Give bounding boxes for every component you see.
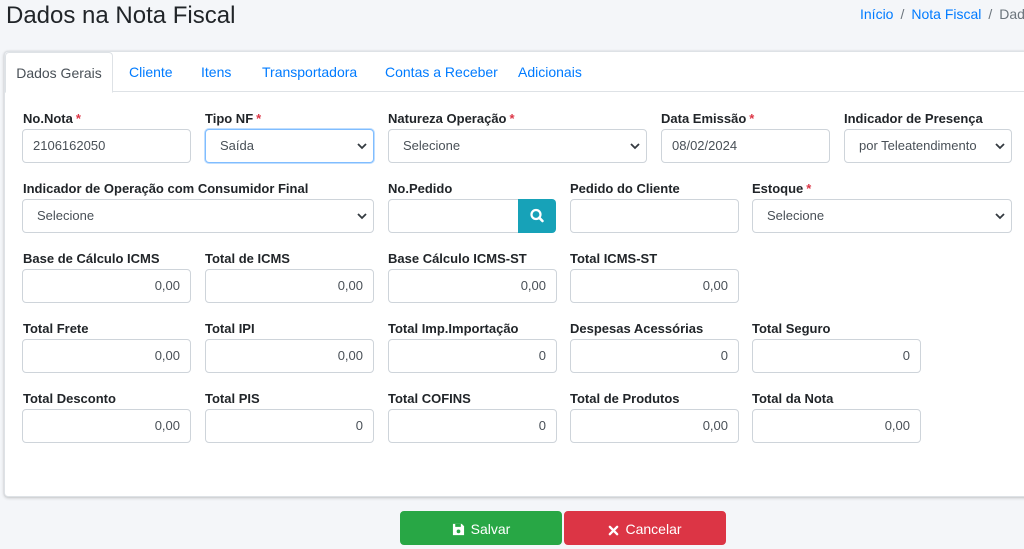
indicador-consumidor-value: Selecione	[37, 208, 95, 223]
no-nota-input[interactable]: 2106162050	[22, 129, 191, 163]
natureza-operacao-label: Natureza Operação *	[388, 111, 515, 126]
indicador-presenca-select[interactable]: por Teleatendimento	[844, 129, 1012, 163]
total-seguro-label: Total Seguro	[752, 321, 831, 336]
total-imp-importacao-label: Total Imp.Importação	[388, 321, 519, 336]
breadcrumb: Início / Nota Fiscal / Dados	[860, 6, 1024, 22]
total-produtos-label: Total de Produtos	[570, 391, 680, 406]
base-icms-st-input[interactable]: 0,00	[388, 269, 557, 303]
base-icms-st-label: Base Cálculo ICMS-ST	[388, 251, 527, 266]
breadcrumb-current: Dados	[999, 6, 1024, 22]
indicador-presenca-value: por Teleatendimento	[859, 138, 977, 153]
tab-contas-a-receber[interactable]: Contas a Receber	[385, 52, 498, 92]
total-icms-input[interactable]: 0,00	[205, 269, 374, 303]
total-desconto-input[interactable]: 0,00	[22, 409, 191, 443]
natureza-operacao-select[interactable]: Selecione	[388, 129, 647, 163]
pedido-cliente-input[interactable]	[570, 199, 739, 233]
total-nota-label: Total da Nota	[752, 391, 834, 406]
floppy-disk-icon	[452, 523, 464, 536]
estoque-value: Selecione	[767, 208, 825, 223]
required-mark: *	[749, 111, 755, 126]
despesas-acessorias-label: Despesas Acessórias	[570, 321, 704, 336]
pedido-cliente-label: Pedido do Cliente	[570, 181, 680, 196]
tab-adicionais[interactable]: Adicionais	[518, 52, 582, 92]
tab-transportadora[interactable]: Transportadora	[262, 52, 357, 92]
total-produtos-input[interactable]: 0,00	[570, 409, 739, 443]
total-icms-st-input[interactable]: 0,00	[570, 269, 739, 303]
breadcrumb-parent-link[interactable]: Nota Fiscal	[911, 6, 981, 22]
chevron-down-icon	[995, 143, 1005, 150]
save-button[interactable]: Salvar	[400, 511, 562, 545]
indicador-presenca-label: Indicador de Presença	[844, 111, 983, 126]
breadcrumb-home-link[interactable]: Início	[860, 6, 893, 22]
base-icms-input[interactable]: 0,00	[22, 269, 191, 303]
search-pedido-button[interactable]	[518, 199, 556, 233]
tab-cliente[interactable]: Cliente	[129, 52, 173, 92]
required-mark: *	[509, 111, 515, 126]
total-desconto-label: Total Desconto	[23, 391, 116, 406]
no-nota-label: No.Nota *	[23, 111, 81, 126]
search-icon	[530, 208, 544, 223]
despesas-acessorias-input[interactable]: 0	[570, 339, 739, 373]
estoque-select[interactable]: Selecione	[752, 199, 1012, 233]
total-frete-label: Total Frete	[23, 321, 89, 336]
chevron-down-icon	[357, 213, 367, 220]
data-emissao-label: Data Emissão *	[661, 111, 755, 126]
cancel-label: Cancelar	[625, 521, 682, 537]
tipo-nf-select[interactable]: Saída	[205, 129, 374, 163]
total-pis-input[interactable]: 0	[205, 409, 374, 443]
natureza-operacao-value: Selecione	[403, 138, 461, 153]
total-ipi-input[interactable]: 0,00	[205, 339, 374, 373]
breadcrumb-separator: /	[900, 6, 905, 22]
tipo-nf-label: Tipo NF *	[205, 111, 262, 126]
total-cofins-label: Total COFINS	[388, 391, 471, 406]
total-seguro-input[interactable]: 0	[752, 339, 921, 373]
base-icms-label: Base de Cálculo ICMS	[23, 251, 160, 266]
cancel-button[interactable]: Cancelar	[564, 511, 726, 545]
tab-bar: Dados Gerais Cliente Itens Transportador…	[5, 52, 1024, 93]
total-cofins-input[interactable]: 0	[388, 409, 557, 443]
indicador-consumidor-label: Indicador de Operação com Consumidor Fin…	[23, 181, 309, 196]
estoque-label: Estoque *	[752, 181, 812, 196]
total-frete-input[interactable]: 0,00	[22, 339, 191, 373]
required-mark: *	[75, 111, 81, 126]
no-pedido-input[interactable]	[388, 199, 519, 233]
total-nota-input[interactable]: 0,00	[752, 409, 921, 443]
tab-dados-gerais[interactable]: Dados Gerais	[5, 52, 113, 93]
indicador-consumidor-select[interactable]: Selecione	[22, 199, 374, 233]
page-title: Dados na Nota Fiscal	[6, 2, 236, 29]
breadcrumb-separator: /	[988, 6, 993, 22]
no-pedido-label: No.Pedido	[388, 181, 453, 196]
total-icms-st-label: Total ICMS-ST	[570, 251, 658, 266]
chevron-down-icon	[630, 143, 640, 150]
chevron-down-icon	[357, 143, 367, 150]
total-pis-label: Total PIS	[205, 391, 260, 406]
required-mark: *	[256, 111, 262, 126]
chevron-down-icon	[995, 213, 1005, 220]
required-mark: *	[806, 181, 812, 196]
save-label: Salvar	[470, 521, 511, 537]
total-ipi-label: Total IPI	[205, 321, 255, 336]
data-emissao-input[interactable]: 08/02/2024	[661, 129, 830, 163]
times-icon	[609, 525, 619, 536]
total-icms-label: Total de ICMS	[205, 251, 290, 266]
tipo-nf-value: Saída	[220, 138, 254, 153]
tab-itens[interactable]: Itens	[201, 52, 231, 92]
total-imp-importacao-input[interactable]: 0	[388, 339, 557, 373]
